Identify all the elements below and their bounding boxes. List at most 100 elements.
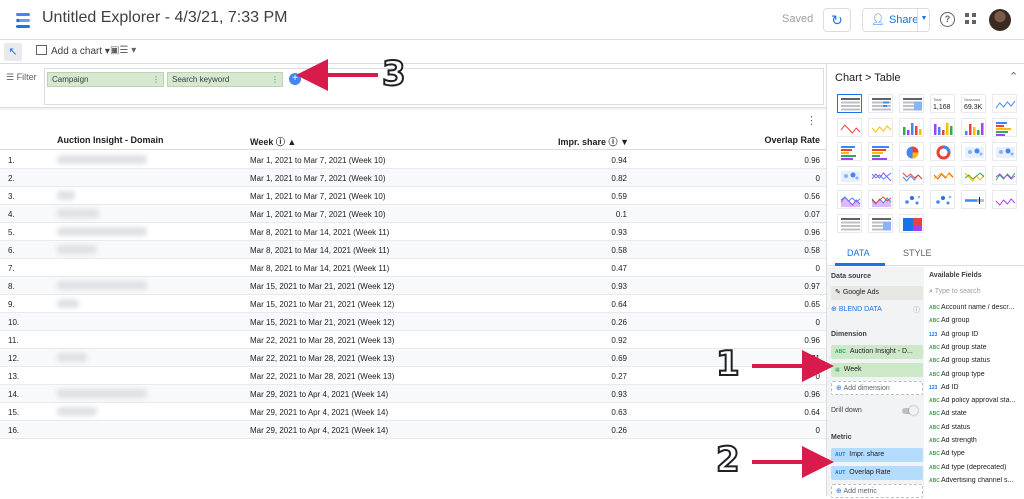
table-row[interactable]: 8. Mar 15, 2021 to Mar 21, 2021 (Week 12)… [0, 277, 826, 295]
chart-type-sparkline-icon[interactable] [837, 118, 862, 137]
header-domain[interactable]: Auction Insight - Domain [57, 135, 164, 145]
chart-type-smoothed-multi-icon[interactable] [961, 166, 986, 185]
field-item[interactable]: ABCAd status [929, 424, 1023, 431]
field-item[interactable]: ABCAd group state [929, 344, 1023, 351]
help-icon[interactable]: ⓘ [913, 305, 920, 315]
table-row[interactable]: 9. Mar 15, 2021 to Mar 21, 2021 (Week 12)… [0, 295, 826, 313]
field-item[interactable]: ABCAdvertising channel s... [929, 477, 1023, 484]
dimension-chip-week[interactable]: ▦ Week [831, 363, 923, 377]
filter-chip-campaign[interactable]: Campaign ⋮ [47, 72, 164, 87]
chart-type-area-icon[interactable] [837, 190, 862, 209]
drag-handle-icon[interactable]: ⋮ [271, 73, 279, 86]
add-control-button[interactable]: ▣☰ ▾ [110, 45, 136, 56]
apps-grid-icon[interactable] [965, 13, 977, 25]
chart-type-donut-icon[interactable] [930, 142, 955, 161]
table-chart[interactable]: ⋮ Auction Insight - Domain Week ⓘ ▲ Impr… [0, 110, 826, 496]
field-search-input[interactable]: ⌕ Type to search [929, 288, 981, 296]
chart-type-geo-filled-icon[interactable] [992, 142, 1017, 161]
chart-type-stacked-line-icon[interactable] [992, 166, 1017, 185]
chart-type-column-icon[interactable] [899, 118, 924, 137]
chart-type-table-bars-icon[interactable] [868, 94, 893, 113]
field-item[interactable]: ABCAd strength [929, 437, 1023, 444]
header-impr-share[interactable]: Impr. share ⓘ ▼ [558, 135, 629, 148]
chart-type-scorecard-sessions-icon[interactable]: Sessions 69.3K [961, 94, 986, 113]
metric-chip-overlap-rate[interactable]: AUT Overlap Rate [831, 466, 923, 480]
metric-chip-impr-share[interactable]: AUT Impr. share [831, 448, 923, 462]
table-row[interactable]: 1. Mar 1, 2021 to Mar 7, 2021 (Week 10) 0.… [0, 151, 826, 169]
share-dropdown-button[interactable]: ▼ [917, 8, 930, 32]
select-tool-button[interactable]: ↖ [4, 43, 22, 61]
chevron-up-icon[interactable]: ⌃ [1009, 70, 1018, 83]
table-row[interactable]: 12. Mar 22, 2021 to Mar 28, 2021 (Week 13… [0, 349, 826, 367]
table-row[interactable]: 2. Mar 1, 2021 to Mar 7, 2021 (Week 10) 0.… [0, 169, 826, 187]
table-row[interactable]: 10. Mar 15, 2021 to Mar 21, 2021 (Week 12… [0, 313, 826, 331]
chart-type-bar-icon[interactable] [992, 118, 1017, 137]
table-row[interactable]: 4. Mar 1, 2021 to Mar 7, 2021 (Week 10) 0.… [0, 205, 826, 223]
header-overlap-rate[interactable]: Overlap Rate [764, 135, 820, 145]
chart-type-combo-line-icon[interactable] [868, 166, 893, 185]
field-item[interactable]: ABCAd group type [929, 371, 1023, 378]
table-row[interactable]: 15. Mar 29, 2021 to Apr 4, 2021 (Week 14)… [0, 403, 826, 421]
chart-type-stacked-area-icon[interactable] [868, 190, 893, 209]
chart-type-stacked-bar-icon[interactable] [837, 142, 862, 161]
chart-type-bullet-icon[interactable] [961, 190, 986, 209]
table-row[interactable]: 11. Mar 22, 2021 to Mar 28, 2021 (Week 13… [0, 331, 826, 349]
help-icon[interactable]: ? [940, 12, 955, 27]
refresh-button[interactable]: ↻ [823, 8, 851, 32]
report-title[interactable]: Untitled Explorer - 4/3/21, 7:33 PM [42, 9, 287, 27]
add-filter-plus-icon[interactable]: + [289, 73, 301, 85]
chart-type-scatter-icon[interactable] [899, 190, 924, 209]
add-dimension-button[interactable]: ⊕ Add dimension [831, 381, 923, 395]
field-item[interactable]: ABCAd policy approval sta... [929, 397, 1023, 404]
field-item[interactable]: 123 Ad ID [929, 384, 1023, 391]
chart-type-bubble-map-icon[interactable] [837, 166, 862, 185]
chart-type-time-series-icon[interactable] [992, 94, 1017, 113]
blend-data-button[interactable]: ⊕ BLEND DATA [831, 305, 882, 313]
table-row[interactable]: 14. Mar 29, 2021 to Apr 4, 2021 (Week 14)… [0, 385, 826, 403]
impr-share-cell: 0.93 [611, 228, 627, 237]
chart-type-stacked-column-100-icon[interactable] [961, 118, 986, 137]
chart-type-smoothed-line-icon[interactable] [868, 118, 893, 137]
chart-type-table-icon[interactable] [837, 94, 862, 113]
add-chart-button[interactable]: Add a chart ▾ [36, 45, 110, 57]
chart-type-bubble-icon[interactable] [930, 190, 955, 209]
field-item[interactable]: ABCAd state [929, 410, 1023, 417]
field-item[interactable]: 123 Ad group ID [929, 331, 1023, 338]
annotation-number-2: 2 [715, 439, 741, 481]
chart-type-geo-map-icon[interactable] [961, 142, 986, 161]
table-row[interactable]: 6. Mar 8, 2021 to Mar 14, 2021 (Week 11) 0… [0, 241, 826, 259]
tab-data[interactable]: DATA [847, 248, 870, 258]
drag-handle-icon[interactable]: ⋮ [152, 73, 160, 86]
table-row[interactable]: 13. Mar 22, 2021 to Mar 28, 2021 (Week 13… [0, 367, 826, 385]
data-source-chip[interactable]: ✎ Google Ads [831, 286, 923, 300]
field-item[interactable]: ABCAccount name / descr... [929, 304, 1023, 311]
chart-type-treemap-icon[interactable] [899, 214, 924, 233]
table-row[interactable]: 5. Mar 8, 2021 to Mar 14, 2021 (Week 11) 0… [0, 223, 826, 241]
chart-type-combo-bar-icon[interactable] [899, 166, 924, 185]
field-item[interactable]: ABCAd group status [929, 357, 1023, 364]
chart-type-pivot-table-icon[interactable] [837, 214, 862, 233]
header-week[interactable]: Week ⓘ ▲ [250, 135, 296, 148]
table-row[interactable]: 7. Mar 8, 2021 to Mar 14, 2021 (Week 11) 0… [0, 259, 826, 277]
drill-down-toggle[interactable] [902, 406, 918, 415]
chart-type-pivot-heatmap-icon[interactable] [868, 214, 893, 233]
aggregation-icon: AUT [835, 470, 846, 476]
chart-type-stacked-bar-100-icon[interactable] [868, 142, 893, 161]
field-item[interactable]: ABCAd type [929, 450, 1023, 457]
chart-type-table-heatmap-icon[interactable] [899, 94, 924, 113]
tab-style[interactable]: STYLE [903, 248, 932, 258]
filter-chip-search-keyword[interactable]: Search keyword ⋮ [167, 72, 283, 87]
chart-type-line-icon[interactable] [930, 166, 955, 185]
chart-type-pie-icon[interactable] [899, 142, 924, 161]
table-row[interactable]: 3. Mar 1, 2021 to Mar 7, 2021 (Week 10) 0.… [0, 187, 826, 205]
chart-type-stacked-column-icon[interactable] [930, 118, 955, 137]
field-item[interactable]: ABCAd type (deprecated) [929, 464, 1023, 471]
dimension-chip-domain[interactable]: ABC Auction Insight - D... [831, 345, 923, 359]
avatar[interactable] [989, 9, 1011, 31]
chart-type-scorecard-total-icon[interactable]: Total 1,168 [930, 94, 955, 113]
table-row[interactable]: 16. Mar 29, 2021 to Apr 4, 2021 (Week 14)… [0, 421, 826, 439]
field-item[interactable]: ABCAd group [929, 317, 1023, 324]
chart-type-treemap-like-icon[interactable] [992, 190, 1017, 209]
chart-menu-icon[interactable]: ⋮ [806, 114, 817, 127]
properties-panel: Chart > Table ⌃ Total 1,168 Sessions 69.3K … [826, 64, 1024, 498]
